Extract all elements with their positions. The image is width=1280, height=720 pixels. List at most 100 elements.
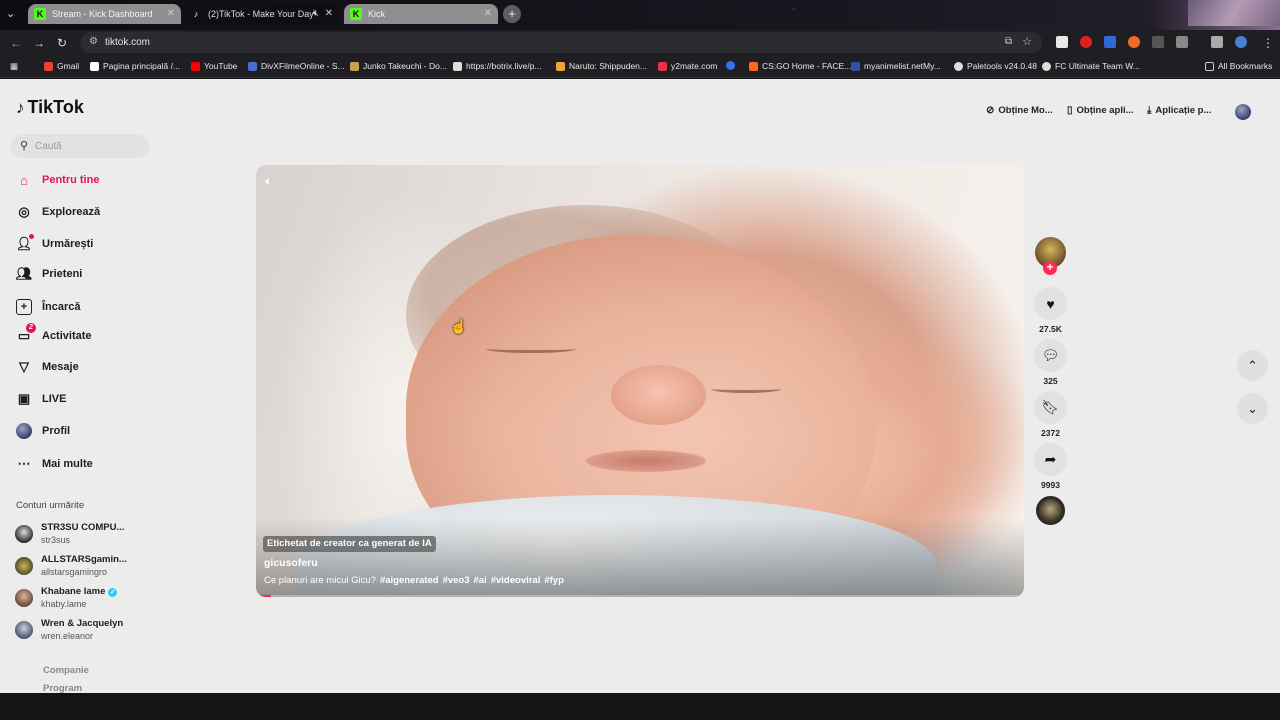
new-tab-button[interactable]: + (503, 5, 521, 23)
bookmark-icon: 🔖︎ (1041, 399, 1060, 415)
search-icon[interactable]: ⚲ (20, 139, 28, 152)
nav-following[interactable]: 👤︎ Urmărești (16, 234, 94, 252)
extension-icon[interactable] (1104, 36, 1116, 48)
nav-label: Urmărești (42, 238, 94, 250)
apps-grid-icon[interactable]: ▦ (10, 61, 18, 72)
extension-icon[interactable] (1152, 36, 1164, 48)
bookmark-label: YouTube (204, 61, 238, 71)
video-frame-shape (711, 385, 781, 393)
video-progress-bar[interactable] (256, 595, 1024, 597)
bookmark-item[interactable]: Paletools v24.0.48 (954, 61, 1037, 71)
nav-explore[interactable]: ◎ Explorează (16, 204, 100, 220)
extension-icon[interactable] (1080, 36, 1092, 48)
tab-search-icon[interactable]: ⌄ (6, 7, 15, 20)
nav-activity[interactable]: ▭ 2 Activitate (16, 323, 92, 344)
account-handle: str3sus (41, 535, 71, 545)
profile-avatar-icon[interactable] (1235, 36, 1247, 48)
bookmark-item[interactable]: Pagina principală /... (90, 61, 180, 71)
footer-link-program[interactable]: Program (43, 683, 82, 693)
back-icon[interactable]: ← (10, 36, 22, 50)
bookmark-item[interactable]: Gmail (44, 61, 79, 71)
previous-video-button[interactable]: ⌃ (1237, 350, 1268, 381)
nav-messages[interactable]: ▽ Mesaje (16, 359, 79, 375)
reload-icon[interactable]: ↻ (57, 36, 67, 50)
home-icon: ⌂ (20, 172, 28, 188)
mute-icon[interactable]: 🔇︎ (313, 8, 319, 19)
tab-kick-dashboard[interactable]: K Stream - Kick Dashboard ✕ (28, 4, 181, 24)
bookmark-item[interactable]: y2mate.com (658, 61, 717, 71)
friends-icon: 👥︎ (15, 266, 33, 281)
bookmark-item[interactable]: Junko Takeuchi - Do... (350, 61, 447, 71)
extension-icon[interactable] (1056, 36, 1068, 48)
hashtag-link[interactable]: #aigenerated (380, 575, 439, 586)
forward-icon[interactable]: → (33, 36, 45, 50)
hashtag-link[interactable]: #veo3 (443, 575, 470, 586)
close-icon[interactable]: ✕ (325, 8, 333, 19)
video-author[interactable]: gicusoferu (264, 557, 318, 569)
followed-account[interactable]: ALLSTARSgamin... allstarsgamingro (15, 554, 127, 578)
tab-tiktok[interactable]: ♪ (2)TikTok - Make Your Day 🔇︎ ✕ (184, 4, 339, 24)
bookmark-item[interactable]: CS:GO Home - FACE... (749, 61, 851, 71)
sound-disc[interactable] (1036, 496, 1065, 525)
followed-account[interactable]: STR3SU COMPU... str3sus (15, 522, 124, 546)
tab-title: Kick (368, 9, 386, 19)
share-button[interactable]: ➦ (1034, 443, 1067, 476)
tab-kick[interactable]: K Kick ✕ (344, 4, 498, 24)
nav-friends[interactable]: 👥︎ Prieteni (15, 266, 83, 282)
nav-upload[interactable]: + Încarcă (16, 299, 81, 315)
bookmark-label: Paletools v24.0.48 (967, 61, 1037, 71)
menu-dots-icon[interactable]: ⋮ (1262, 36, 1274, 50)
hashtag-link[interactable]: #ai (474, 575, 487, 586)
install-app-icon[interactable]: ⧉ (1005, 36, 1012, 47)
bookmark-item[interactable]: Naruto: Shippuden... (556, 61, 647, 71)
followed-account[interactable]: Khabane lame ✓ khaby.lame (15, 586, 118, 610)
comment-button[interactable]: 💬︎ (1034, 339, 1067, 372)
search-input[interactable] (35, 137, 143, 155)
site-info-icon[interactable]: ⚙ (89, 36, 98, 47)
star-icon[interactable]: ☆ (1022, 35, 1032, 48)
bookmark-label: FC Ultimate Team W... (1055, 61, 1140, 71)
get-coins-button[interactable]: ⊘ Obține Mo... (986, 105, 1053, 116)
media-control-icon[interactable] (1211, 36, 1223, 48)
account-name: STR3SU COMPU... (41, 522, 125, 533)
next-video-button[interactable]: ⌄ (1237, 393, 1268, 424)
bookmark-item[interactable]: https://botrix.live/p... (453, 61, 542, 71)
extension-icon[interactable] (1128, 36, 1140, 48)
save-button[interactable]: 🔖︎ (1034, 391, 1067, 424)
video-player[interactable]: 🔈︎ Etichetat de creator ca generat de IA… (256, 165, 1024, 597)
all-bookmarks[interactable]: All Bookmarks (1205, 61, 1272, 71)
search-box[interactable]: ⚲ (11, 134, 149, 158)
bookmark-item[interactable] (726, 61, 739, 70)
nav-label: Pentru tine (42, 174, 100, 186)
tiktok-logo[interactable]: ♪ TikTok (16, 97, 84, 118)
bookmark-label: DivXFilmeOnline - S... (261, 61, 345, 71)
pc-app-button[interactable]: ⤓ Aplicație p... (1147, 105, 1211, 116)
close-icon[interactable]: ✕ (167, 8, 175, 19)
close-icon[interactable]: ✕ (484, 8, 492, 19)
followed-account[interactable]: Wren & Jacquelyn wren.eleanor (15, 618, 123, 642)
caption-text: Ce planuri are micul Gicu? (264, 575, 376, 586)
bookmark-item[interactable]: FC Ultimate Team W... (1042, 61, 1140, 71)
volume-icon[interactable]: 🔈︎ (265, 174, 272, 189)
tab-title: (2)TikTok - Make Your Day (208, 9, 314, 19)
hashtag-link[interactable]: #videoviral (491, 575, 541, 586)
bookmark-item[interactable]: DivXFilmeOnline - S... (248, 61, 345, 71)
footer-link-company[interactable]: Companie (43, 665, 89, 676)
nav-live[interactable]: ▣ LIVE (16, 391, 67, 407)
bookmark-item[interactable]: myanimelist.netMy... (851, 61, 941, 71)
window-controls[interactable] (1188, 0, 1280, 26)
avatar (15, 557, 33, 575)
nav-for-you[interactable]: ⌂ Pentru tine (16, 172, 99, 188)
taskbar (0, 693, 1280, 720)
nav-profile[interactable]: Profil (16, 423, 70, 439)
extensions-puzzle-icon[interactable] (1176, 36, 1188, 48)
user-avatar[interactable] (1235, 104, 1251, 120)
get-app-button[interactable]: ▯ Obține apli... (1067, 105, 1134, 116)
like-button[interactable]: ♥ (1034, 287, 1067, 320)
hashtag-link[interactable]: #fyp (544, 575, 564, 586)
follow-button[interactable]: + (1043, 261, 1057, 275)
address-bar[interactable]: ⚙ tiktok.com ⧉ ☆ (80, 32, 1042, 53)
nav-more[interactable]: ⋯ Mai multe (16, 456, 93, 472)
phone-icon: ▯ (1067, 105, 1073, 116)
bookmark-item[interactable]: YouTube (191, 61, 237, 71)
